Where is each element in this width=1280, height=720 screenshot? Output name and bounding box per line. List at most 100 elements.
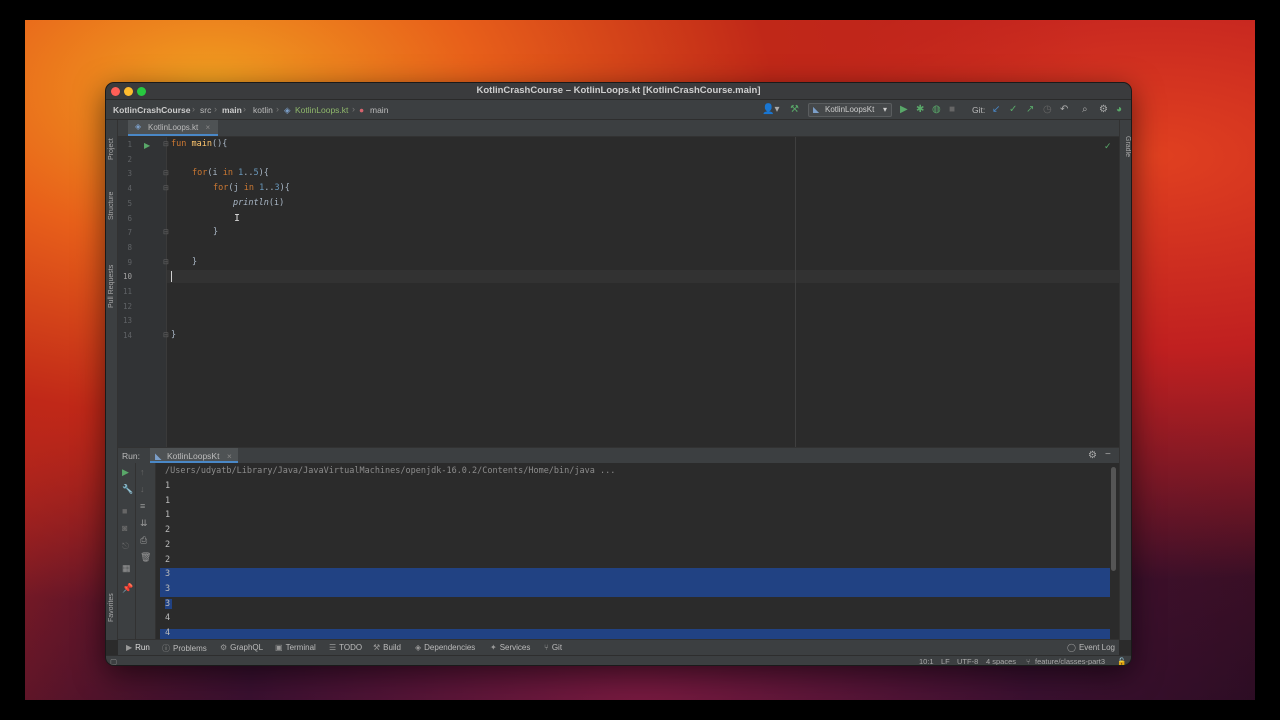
fold-marker-icon[interactable]: ⊟ bbox=[163, 228, 169, 236]
line-number: 6 bbox=[127, 213, 132, 223]
search-icon[interactable]: ⌕ bbox=[1082, 104, 1088, 116]
run-gutter-icon[interactable]: ▶ bbox=[144, 141, 150, 150]
arrow-up-icon[interactable]: ↑ bbox=[140, 467, 145, 477]
git-tool-window-button[interactable]: ⑂ Git bbox=[544, 643, 562, 652]
close-tab-icon[interactable]: × bbox=[227, 451, 232, 461]
rerun-icon[interactable]: ▶ bbox=[122, 467, 129, 477]
line-number: 11 bbox=[122, 287, 132, 296]
line-number: 5 bbox=[127, 198, 132, 208]
trash-icon[interactable]: 🗑 bbox=[140, 552, 151, 562]
print-icon[interactable]: ⎙ bbox=[140, 535, 147, 545]
run-tab[interactable]: ◣ KotlinLoopsKt × bbox=[150, 448, 238, 463]
gradle-tool-button[interactable]: Gradle bbox=[1124, 136, 1131, 157]
stop-icon[interactable]: ■ bbox=[122, 506, 127, 516]
dependencies-tool-window-button[interactable]: ◈ Dependencies bbox=[415, 643, 475, 652]
gear-icon[interactable]: ⚙ bbox=[1099, 104, 1108, 116]
stop-icon[interactable]: ■ bbox=[949, 104, 955, 116]
history-icon[interactable]: ◷ bbox=[1043, 104, 1052, 116]
layout-icon[interactable]: ▦ bbox=[122, 563, 131, 573]
code-line-1: fun main(){ bbox=[171, 139, 228, 149]
run-console[interactable]: ▶ 🔧 ■ ◙ ⎋ ▦ 📌 ↑ ↓ ≡ ⇊ ⎙ 🗑 /Users/udyatb/… bbox=[118, 463, 1119, 644]
gear-icon[interactable]: ⚙ bbox=[1088, 450, 1097, 461]
services-tool-window-button[interactable]: ✦ Services bbox=[490, 643, 530, 652]
toggle-tool-windows-icon[interactable]: ▢ bbox=[110, 657, 117, 665]
minimize-panel-icon[interactable]: − bbox=[1105, 449, 1111, 460]
console-scrollbar[interactable] bbox=[1111, 467, 1116, 571]
git-push-icon[interactable]: ↗ bbox=[1026, 104, 1034, 116]
coverage-icon[interactable]: ◍ bbox=[932, 104, 941, 116]
dependencies-icon: ◈ bbox=[415, 643, 422, 652]
problems-tool-window-button[interactable]: ⓘ Problems bbox=[162, 643, 207, 654]
right-tool-strip: Gradle bbox=[1119, 120, 1131, 640]
wrench-icon[interactable]: 🔧 bbox=[122, 484, 133, 494]
camera-icon[interactable]: ◙ bbox=[122, 523, 127, 533]
line-separator[interactable]: LF bbox=[941, 657, 950, 665]
breadcrumb-kotlin[interactable]: kotlin bbox=[253, 105, 273, 115]
inspection-ok-icon: ✓ bbox=[1104, 141, 1112, 151]
favorites-tool-button[interactable]: Favorites bbox=[108, 593, 115, 622]
left-tool-strip: Project Structure Pull Requests Favorite… bbox=[106, 120, 118, 640]
exit-icon[interactable]: ⎋ bbox=[122, 541, 129, 551]
soft-wrap-icon[interactable]: ≡ bbox=[140, 501, 145, 511]
terminal-tool-window-button[interactable]: ▣ Terminal bbox=[275, 643, 316, 652]
todo-tool-window-button[interactable]: ☰ TODO bbox=[329, 643, 362, 652]
console-output-line: 1 bbox=[165, 495, 171, 506]
lock-icon[interactable]: 🔓 bbox=[1117, 657, 1126, 665]
code-line-3: for(i in 1..5){ bbox=[192, 168, 269, 179]
project-tool-button[interactable]: Project bbox=[108, 138, 115, 160]
fold-marker-icon[interactable]: ⊟ bbox=[163, 169, 169, 177]
caret-position[interactable]: 10:1 bbox=[919, 657, 934, 665]
git-commit-icon[interactable]: ✓ bbox=[1009, 104, 1017, 116]
account-icon[interactable]: 👤▾ bbox=[762, 104, 779, 116]
breadcrumb-src[interactable]: src bbox=[200, 105, 211, 115]
console-output-line: 1 bbox=[165, 510, 171, 521]
run-label: Run: bbox=[122, 451, 140, 461]
rollback-icon[interactable]: ↶ bbox=[1060, 104, 1068, 116]
code-line-5: println(i) bbox=[233, 197, 285, 208]
code-line-7: } bbox=[213, 227, 219, 238]
debug-icon[interactable]: ✱ bbox=[916, 104, 924, 116]
services-icon: ✦ bbox=[490, 643, 497, 652]
fold-marker-icon[interactable]: ⊟ bbox=[163, 331, 169, 339]
line-number: 3 bbox=[127, 169, 132, 179]
tab-kotlin-loops[interactable]: ◈ KotlinLoops.kt × bbox=[128, 120, 219, 136]
chevron-right-icon: › bbox=[276, 104, 279, 114]
breadcrumb-function[interactable]: main bbox=[370, 105, 388, 115]
event-log-button[interactable]: ◯ Event Log bbox=[1067, 643, 1115, 652]
play-icon: ▶ bbox=[126, 643, 133, 652]
git-label: Git: bbox=[972, 105, 986, 115]
fold-marker-icon[interactable]: ⊟ bbox=[163, 184, 169, 192]
close-tab-icon[interactable]: × bbox=[206, 123, 211, 132]
chevron-right-icon: › bbox=[192, 104, 195, 114]
function-icon: ● bbox=[359, 105, 365, 115]
breadcrumb-file[interactable]: KotlinLoops.kt bbox=[295, 105, 348, 115]
run-toolbar-primary: ▶ 🔧 ■ ◙ ⎋ ▦ 📌 bbox=[118, 463, 136, 639]
graphql-icon: ⚙ bbox=[220, 643, 228, 652]
run-tool-window-button[interactable]: ▶ Run bbox=[126, 643, 150, 652]
pull-requests-tool-button[interactable]: Pull Requests bbox=[108, 265, 115, 308]
line-number: 14 bbox=[122, 331, 132, 341]
git-branch[interactable]: feature/classes-part3 bbox=[1035, 657, 1105, 665]
line-number: 2 bbox=[127, 154, 132, 164]
file-encoding[interactable]: UTF-8 bbox=[957, 657, 978, 665]
pin-icon[interactable]: 📌 bbox=[122, 583, 133, 593]
code-editor[interactable]: ▶ ✓ 1 2 3 4 5 6 7 8 9 10 11 12 13 14 ⊟ ⊟… bbox=[118, 137, 1119, 447]
git-update-icon[interactable]: ↙ bbox=[992, 104, 1000, 116]
run-icon[interactable]: ▶ bbox=[900, 104, 908, 116]
run-configuration-select[interactable]: ◣ KotlinLoopsKt ▾ bbox=[808, 103, 892, 117]
console-output-line: 3 bbox=[165, 569, 171, 580]
code-with-me-icon[interactable]: ◕ bbox=[1116, 104, 1122, 116]
build-hammer-icon[interactable]: ⚒ bbox=[790, 104, 799, 116]
editor-tab-bar: ◈ KotlinLoops.kt × bbox=[118, 120, 1119, 137]
breadcrumb-main[interactable]: main bbox=[222, 105, 242, 115]
graphql-tool-window-button[interactable]: ⚙ GraphQL bbox=[220, 643, 263, 652]
breadcrumb-project[interactable]: KotlinCrashCourse bbox=[113, 105, 190, 115]
title-bar: KotlinCrashCourse – KotlinLoops.kt [Kotl… bbox=[106, 83, 1131, 100]
arrow-down-icon[interactable]: ↓ bbox=[140, 484, 145, 494]
indent-setting[interactable]: 4 spaces bbox=[986, 657, 1016, 665]
build-tool-window-button[interactable]: ⚒ Build bbox=[373, 643, 401, 652]
scroll-to-end-icon[interactable]: ⇊ bbox=[140, 518, 148, 528]
fold-marker-icon[interactable]: ⊟ bbox=[163, 140, 169, 148]
structure-tool-button[interactable]: Structure bbox=[108, 192, 115, 220]
fold-marker-icon[interactable]: ⊟ bbox=[163, 258, 169, 266]
